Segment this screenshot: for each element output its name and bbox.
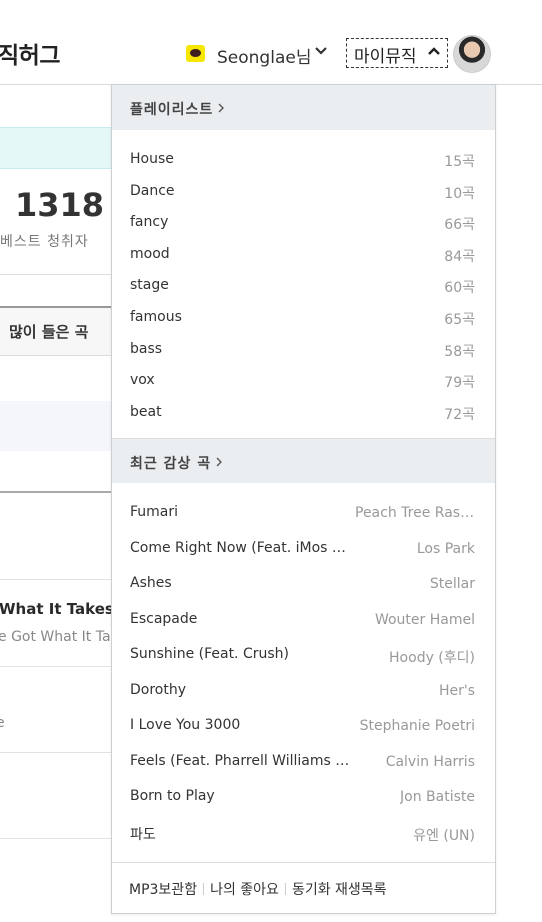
recent-track-item[interactable]: Dorothy Her's (112, 681, 495, 717)
playlist-name: mood (130, 245, 170, 262)
playlist-list: House 15곡 Dance 10곡 fancy 66곡 mood 84곡 stage… (112, 147, 495, 431)
divider (0, 274, 112, 275)
playlist-name: famous (130, 308, 182, 325)
track-title: I Love You 3000 (130, 717, 241, 733)
kakao-talk-icon (186, 45, 205, 62)
site-logo-text[interactable]: 직허그 (0, 36, 60, 70)
recent-track-item[interactable]: Fumari Peach Tree Rascals (112, 503, 495, 539)
playlist-item[interactable]: Dance 10곡 (112, 179, 495, 211)
playlist-count: 72곡 (444, 406, 475, 423)
playlist-count: 84곡 (444, 248, 475, 265)
divider (0, 752, 112, 753)
playlists-section-header[interactable]: 플레이리스트 (112, 85, 495, 130)
my-music-dropdown: 플레이리스트 House 15곡 Dance 10곡 fancy 66곡 mood 84… (111, 84, 496, 914)
chevron-right-icon (214, 456, 224, 472)
track-artist: 유엔 (UN) (413, 827, 475, 844)
track-artist: Los Park (416, 540, 475, 557)
playlist-item[interactable]: mood 84곡 (112, 242, 495, 274)
playlist-item[interactable]: House 15곡 (112, 147, 495, 179)
background-song-subtitle: e Got What It Ta (0, 629, 111, 645)
track-artist: Jon Batiste (400, 789, 475, 805)
page: 직허그 Seonglae님 마이뮤직 1318 베스트 청취자 많이 들은 곡 … (0, 0, 542, 922)
playlist-item[interactable]: bass 58곡 (112, 337, 495, 369)
playlist-name: House (130, 151, 174, 167)
track-title: 파도 (130, 826, 156, 843)
playlist-count: 65곡 (444, 311, 475, 328)
recent-tracks-section-header[interactable]: 최근 감상 곡 (112, 438, 495, 483)
dropdown-footer-links: MP3보관함 나의 좋아요 동기화 재생목록 (112, 862, 495, 913)
track-artist: Her's (438, 682, 475, 699)
background-song-title[interactable]: What It Takes) (0, 600, 121, 618)
track-title: Born to Play (130, 788, 215, 804)
track-artist: Peach Tree Rascals (355, 505, 475, 521)
chevron-up-icon (427, 44, 441, 62)
track-title: Ashes (130, 575, 172, 591)
divider (0, 666, 112, 667)
divider (203, 883, 205, 895)
playlist-count: 66곡 (444, 217, 475, 234)
track-title: Fumari (130, 504, 179, 520)
chevron-right-icon (216, 102, 226, 118)
playlist-name: bass (130, 340, 163, 357)
playlist-name: stage (130, 277, 169, 294)
playlist-name: fancy (130, 214, 169, 231)
recent-tracks-title: 최근 감상 곡 (130, 456, 212, 472)
playlist-item[interactable]: fancy 66곡 (112, 210, 495, 242)
playlist-count: 10곡 (444, 185, 475, 202)
track-title: Come Right Now (Feat. iMos & Kid Milli) (130, 539, 356, 556)
track-artist: Hoody (후디) (389, 650, 475, 666)
playlist-count: 58곡 (444, 343, 475, 360)
recent-track-item[interactable]: Escapade Wouter Hamel (112, 610, 495, 646)
divider (284, 883, 286, 895)
listener-count: 1318 (15, 186, 105, 224)
synced-playlist-link[interactable]: 동기화 재생목록 (292, 882, 387, 898)
track-title: Feels (Feat. Pharrell Williams & Katy Pe… (130, 752, 356, 769)
recent-track-item[interactable]: 파도 유엔 (UN) (112, 823, 495, 859)
chevron-down-icon-svg (315, 47, 327, 55)
divider (0, 579, 112, 580)
tab-most-played[interactable]: 많이 들은 곡 (9, 321, 88, 342)
background-row-highlight (0, 401, 112, 451)
divider (0, 491, 112, 493)
mp3-storage-link[interactable]: MP3보관함 (129, 882, 197, 898)
playlist-item[interactable]: beat 72곡 (112, 400, 495, 432)
playlist-name: Dance (130, 182, 175, 199)
playlist-item[interactable]: vox 79곡 (112, 368, 495, 400)
track-title: Sunshine (Feat. Crush) (130, 646, 289, 662)
my-music-label: 마이뮤직 (354, 47, 417, 67)
playlist-item[interactable]: stage 60곡 (112, 273, 495, 305)
recent-tracks-list: Fumari Peach Tree Rascals Come Right Now … (112, 503, 495, 858)
divider (0, 838, 112, 839)
my-likes-link[interactable]: 나의 좋아요 (210, 882, 279, 898)
playlist-name: beat (130, 403, 162, 420)
my-music-button[interactable]: 마이뮤직 (346, 38, 448, 68)
track-title: Dorothy (130, 681, 187, 698)
recent-track-item[interactable]: Sunshine (Feat. Crush) Hoody (후디) (112, 645, 495, 681)
recent-track-item[interactable]: Come Right Now (Feat. iMos & Kid Milli) L… (112, 539, 495, 575)
playlist-count: 79곡 (444, 375, 475, 392)
playlist-count: 60곡 (444, 280, 475, 297)
recent-track-item[interactable]: Feels (Feat. Pharrell Williams & Katy Pe… (112, 752, 495, 788)
playlist-count: 15곡 (444, 154, 475, 170)
recent-track-item[interactable]: Ashes Stellar (112, 574, 495, 610)
playlists-title: 플레이리스트 (130, 102, 214, 118)
user-avatar[interactable] (453, 35, 491, 73)
playlist-name: vox (130, 372, 155, 389)
track-artist: Stellar (429, 576, 475, 592)
user-name-button[interactable]: Seonglae님 (217, 43, 311, 68)
track-artist: Calvin Harris (385, 753, 475, 770)
recent-track-item[interactable]: Born to Play Jon Batiste (112, 787, 495, 823)
top-header: 직허그 Seonglae님 마이뮤직 (0, 0, 542, 85)
track-artist: Stephanie Poetri (359, 718, 475, 734)
track-title: Escapade (130, 610, 198, 627)
playlist-item[interactable]: famous 65곡 (112, 305, 495, 337)
listener-count-label: 베스트 청취자 (0, 234, 89, 250)
background-text-fragment: e (0, 715, 5, 731)
track-artist: Wouter Hamel (374, 611, 475, 628)
recent-track-item[interactable]: I Love You 3000 Stephanie Poetri (112, 716, 495, 752)
chevron-down-icon[interactable] (314, 44, 328, 62)
